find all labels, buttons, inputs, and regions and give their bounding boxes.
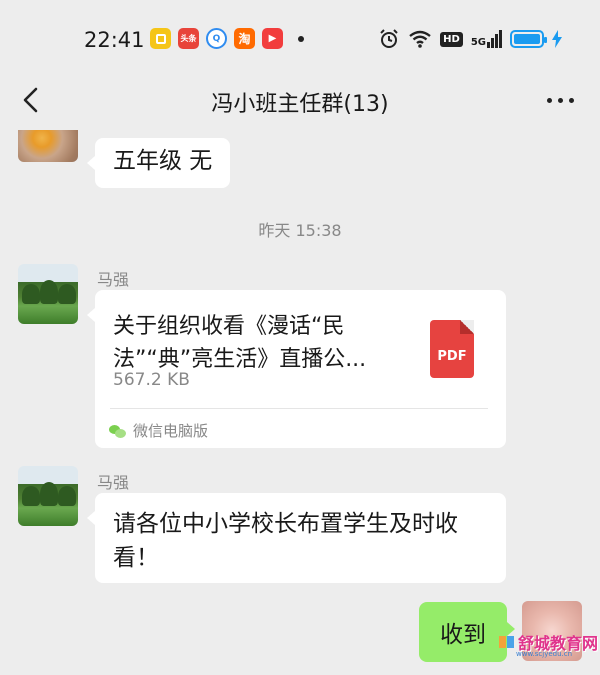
file-size: 567.2 KB: [113, 370, 190, 390]
video-app-icon: ▶: [262, 28, 283, 49]
self-message-bubble[interactable]: 收到: [419, 602, 515, 662]
message-bubble[interactable]: 请各位中小学校长布置学生及时收看！: [87, 493, 506, 583]
file-source-label: 微信电脑版: [133, 422, 209, 440]
notes-app-icon: [150, 28, 171, 49]
charging-icon: [552, 30, 562, 48]
wifi-icon: [409, 30, 431, 48]
battery-icon: [510, 30, 547, 48]
site-watermark: 舒城教育网 www.scjyedu.cn: [498, 630, 598, 658]
status-time: 22:41: [84, 28, 145, 52]
wechat-icon: [109, 424, 127, 438]
file-source: 微信电脑版: [109, 420, 208, 441]
file-title: 关于组织收看《漫话“民法”“典”亮生活》直播公...: [113, 314, 367, 372]
file-message-card[interactable]: 关于组织收看《漫话“民法”“典”亮生活》直播公... PDF 微信电脑版: [87, 290, 506, 448]
sender-name: 马强: [97, 473, 130, 492]
message-bubble[interactable]: 五年级 无: [86, 138, 231, 188]
status-bar: 22:41 头条 Q 淘 ▶ HD 5G: [0, 0, 600, 72]
avatar[interactable]: [18, 264, 78, 324]
message-text: 请各位中小学校长布置学生及时收看！: [113, 511, 458, 571]
avatar[interactable]: [18, 466, 78, 526]
system-icons: HD 5G: [378, 28, 562, 50]
taobao-app-icon: 淘: [234, 28, 255, 49]
toutiao-app-icon: 头条: [178, 28, 199, 49]
browser-app-icon: Q: [206, 28, 227, 49]
site-logo-icon: [499, 636, 514, 648]
hd-icon: HD: [440, 31, 463, 47]
chat-header: 冯小班主任群(13): [0, 72, 600, 130]
signal-icon: 5G: [471, 30, 502, 48]
alarm-icon: [380, 29, 398, 48]
chat-message-list[interactable]: 五年级 无 昨天 15:38 马强 关于组织收看《漫话“民法”“典”亮生活》直播…: [0, 130, 600, 675]
network-type-label: 5G: [470, 37, 486, 48]
notification-icons: 头条 Q 淘 ▶: [150, 28, 304, 49]
message-text: 收到: [440, 622, 486, 648]
message-text: 五年级 无: [113, 148, 213, 174]
pdf-file-icon: PDF: [430, 320, 474, 378]
more-options-icon[interactable]: [547, 98, 574, 103]
divider: [110, 408, 488, 409]
watermark-url: www.scjyedu.cn: [516, 650, 573, 658]
more-notifications-icon: [298, 35, 304, 42]
chat-title: 冯小班主任群(13): [211, 92, 389, 117]
message-timestamp: 昨天 15:38: [258, 221, 342, 240]
sender-name: 马强: [97, 270, 130, 289]
avatar[interactable]: [18, 130, 78, 162]
